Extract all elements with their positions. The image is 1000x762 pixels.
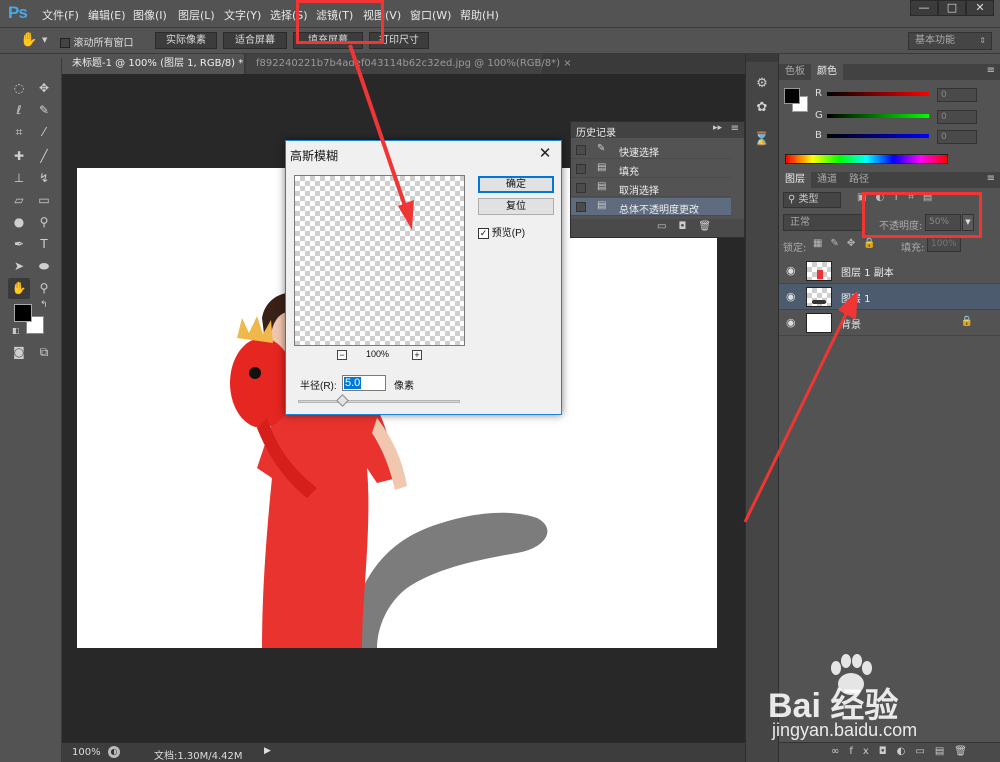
foreground-color-swatch[interactable] [14,304,32,322]
arrow-to-layer [743,309,850,523]
baidu-jingyan-watermark: Bai 经验 jingyan.baidu.com [768,650,1000,762]
color-fg-swatch[interactable] [784,88,800,104]
watermark-url: jingyan.baidu.com [772,720,918,740]
arrow-head-layer [838,290,858,320]
arrow-head-dialog [398,200,414,230]
annotation-arrows [348,44,858,523]
arrow-to-dialog [348,44,409,213]
